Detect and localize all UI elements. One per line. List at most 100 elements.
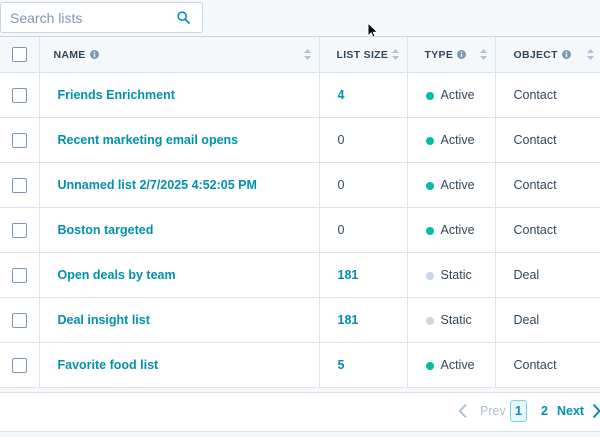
list-name-cell: Recent marketing email opens [39, 117, 320, 163]
list-name-cell: Open deals by team [39, 252, 320, 298]
object-cell: Contact [495, 72, 600, 118]
list-name-link[interactable]: Deal insight list [40, 313, 319, 327]
row-checkbox[interactable] [11, 312, 27, 328]
list-size-value[interactable]: 5 [338, 358, 345, 372]
list-size-value[interactable]: 181 [338, 313, 359, 327]
object-cell: Deal [495, 297, 600, 343]
list-type-value: Active [440, 358, 475, 372]
row-checkbox-cell [0, 342, 40, 388]
list-type-value: Active [440, 133, 475, 147]
table-row[interactable]: Boston targeted 0 Active Contact [0, 207, 600, 253]
search-icon[interactable] [177, 11, 190, 24]
info-icon[interactable] [89, 50, 99, 59]
column-header-list-size[interactable]: LIST SIZE [319, 37, 408, 73]
search-input[interactable] [1, 3, 170, 32]
column-header-label: TYPE [424, 48, 454, 61]
list-size-value[interactable]: 181 [338, 268, 359, 282]
status-dot-icon [425, 181, 434, 190]
list-type-value: Active [440, 88, 475, 102]
table-row[interactable]: Recent marketing email opens 0 Active Conta… [0, 117, 600, 163]
list-size-value[interactable]: 4 [338, 88, 345, 102]
list-name-cell: Unnamed list 2/7/2025 4:52:05 PM [39, 162, 320, 208]
list-name-link[interactable]: Favorite food list [40, 358, 319, 372]
sort-icon[interactable] [303, 49, 311, 60]
row-checkbox-cell [0, 117, 40, 163]
list-size-value: 0 [337, 223, 345, 237]
column-header-object[interactable]: OBJECT [495, 37, 600, 73]
table-header-row: NAME LIST SIZE TYPE OBJECT [0, 37, 600, 73]
object-cell: Contact [495, 207, 600, 253]
object-value: Contact [513, 133, 557, 147]
list-size-value: 0 [337, 133, 345, 147]
status-dot-icon [425, 226, 434, 235]
row-checkbox[interactable] [11, 222, 27, 238]
object-value: Contact [513, 88, 557, 102]
list-name-link[interactable]: Open deals by team [40, 268, 319, 282]
list-type-value: Static [440, 313, 472, 327]
table-row[interactable]: Unnamed list 2/7/2025 4:52:05 PM 0 Active C… [0, 162, 600, 208]
list-type-cell: Active [407, 207, 496, 253]
table-row[interactable]: Deal insight list 181 Static Deal [0, 297, 600, 343]
row-checkbox[interactable] [11, 132, 27, 148]
row-checkbox-cell [0, 72, 40, 118]
info-icon[interactable] [457, 50, 467, 59]
status-dot-icon [425, 271, 434, 280]
object-cell: Deal [495, 252, 600, 298]
list-name-cell: Favorite food list [39, 342, 320, 388]
list-name-link[interactable]: Boston targeted [40, 223, 319, 237]
row-checkbox-cell [0, 252, 40, 298]
page-1-button[interactable]: 1 [510, 400, 527, 422]
select-all-checkbox[interactable] [11, 47, 27, 62]
info-icon[interactable] [561, 50, 571, 59]
row-checkbox[interactable] [11, 357, 27, 373]
status-dot-icon [425, 316, 434, 325]
pagination: Prev 1 2 Next [0, 392, 600, 432]
object-value: Contact [513, 223, 557, 237]
list-name-link[interactable]: Friends Enrichment [40, 88, 319, 102]
list-name-link[interactable]: Recent marketing email opens [40, 133, 319, 147]
row-checkbox[interactable] [11, 267, 27, 283]
table-row[interactable]: Friends Enrichment 4 Active Contact [0, 72, 600, 118]
row-checkbox[interactable] [11, 177, 27, 193]
search-box[interactable] [0, 2, 203, 33]
object-cell: Contact [495, 117, 600, 163]
column-header-name[interactable]: NAME [39, 37, 320, 73]
list-name-cell: Boston targeted [39, 207, 320, 253]
row-checkbox[interactable] [11, 87, 27, 103]
table-row[interactable]: Open deals by team 181 Static Deal [0, 252, 600, 298]
object-value: Deal [513, 313, 540, 327]
list-type-cell: Static [407, 297, 496, 343]
list-name-link[interactable]: Unnamed list 2/7/2025 4:52:05 PM [40, 178, 319, 192]
prev-page-button: Prev [480, 404, 506, 418]
sort-icon[interactable] [479, 49, 487, 60]
object-value: Contact [513, 358, 557, 372]
object-cell: Contact [495, 342, 600, 388]
column-header-type[interactable]: TYPE [407, 37, 496, 73]
status-dot-icon [425, 136, 434, 145]
list-size-cell: 4 [319, 72, 408, 118]
list-type-cell: Static [407, 252, 496, 298]
sort-icon[interactable] [586, 49, 594, 60]
chevron-right-icon[interactable] [592, 403, 600, 419]
list-type-cell: Active [407, 72, 496, 118]
list-type-value: Static [440, 268, 472, 282]
chevron-left-icon [458, 403, 467, 419]
list-name-cell: Friends Enrichment [39, 72, 320, 118]
list-size-cell: 0 [319, 162, 408, 208]
list-type-value: Active [440, 223, 475, 237]
list-size-cell: 5 [319, 342, 408, 388]
list-size-cell: 181 [319, 297, 408, 343]
list-size-value: 0 [337, 178, 345, 192]
page-2-button[interactable]: 2 [541, 404, 548, 418]
row-checkbox-cell [0, 162, 40, 208]
list-size-cell: 0 [319, 207, 408, 253]
status-dot-icon [425, 361, 434, 370]
column-header-label: NAME [53, 48, 86, 61]
object-cell: Contact [495, 162, 600, 208]
next-page-button[interactable]: Next [557, 404, 584, 418]
table-row[interactable]: Favorite food list 5 Active Contact [0, 342, 600, 388]
list-size-cell: 0 [319, 117, 408, 163]
lists-table: NAME LIST SIZE TYPE OBJECT Friends Enric… [0, 36, 600, 388]
sort-icon[interactable] [391, 49, 399, 60]
row-checkbox-cell [0, 207, 40, 253]
